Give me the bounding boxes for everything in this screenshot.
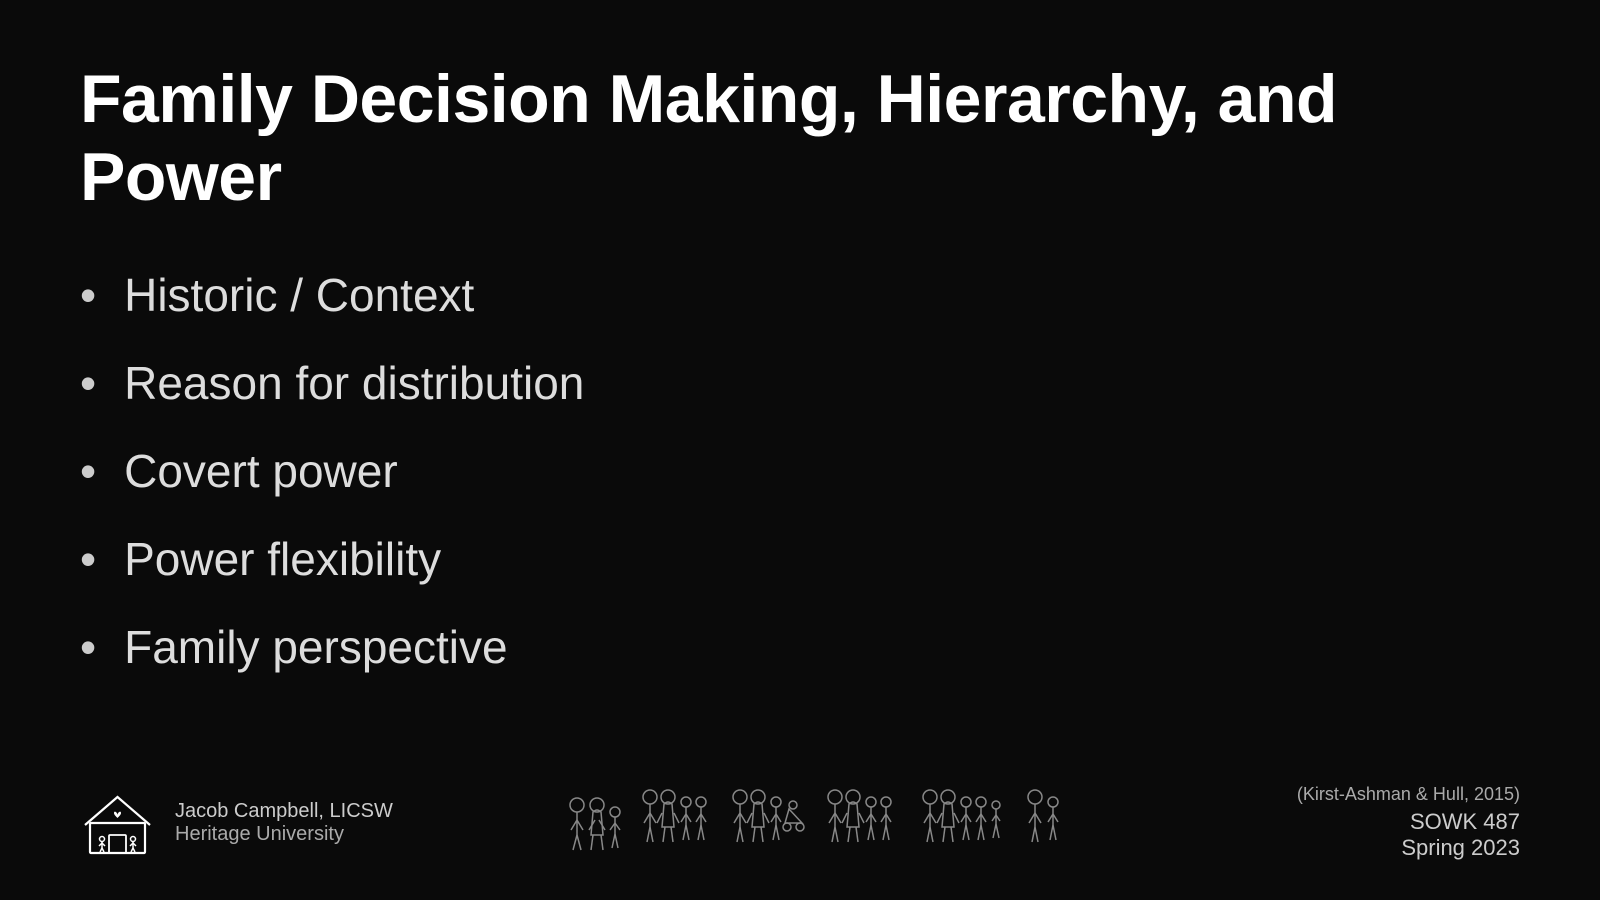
list-item: Family perspective	[80, 618, 1520, 678]
footer: Jacob Campbell, LICSW Heritage Universit…	[0, 745, 1600, 900]
footer-left: Jacob Campbell, LICSW Heritage Universit…	[80, 785, 393, 860]
presenter-info: Jacob Campbell, LICSW Heritage Universit…	[175, 800, 393, 846]
list-item: Covert power	[80, 442, 1520, 502]
people-banner-icon	[565, 780, 1125, 890]
list-item: Historic / Context	[80, 266, 1520, 326]
bullet-list: Historic / Context Reason for distributi…	[80, 266, 1520, 677]
footer-right: (Kirst-Ashman & Hull, 2015) SOWK 487 Spr…	[1297, 784, 1520, 861]
footer-center	[565, 745, 1125, 900]
citation-text: (Kirst-Ashman & Hull, 2015)	[1297, 784, 1520, 805]
university-name: Heritage University	[175, 823, 393, 846]
slide: Family Decision Making, Hierarchy, and P…	[0, 0, 1600, 900]
course-info: SOWK 487 Spring 2023	[1401, 809, 1520, 861]
family-house-icon	[80, 785, 155, 860]
presenter-name: Jacob Campbell, LICSW	[175, 800, 393, 823]
list-item: Reason for distribution	[80, 354, 1520, 414]
slide-title: Family Decision Making, Hierarchy, and P…	[80, 60, 1520, 216]
list-item: Power flexibility	[80, 530, 1520, 590]
